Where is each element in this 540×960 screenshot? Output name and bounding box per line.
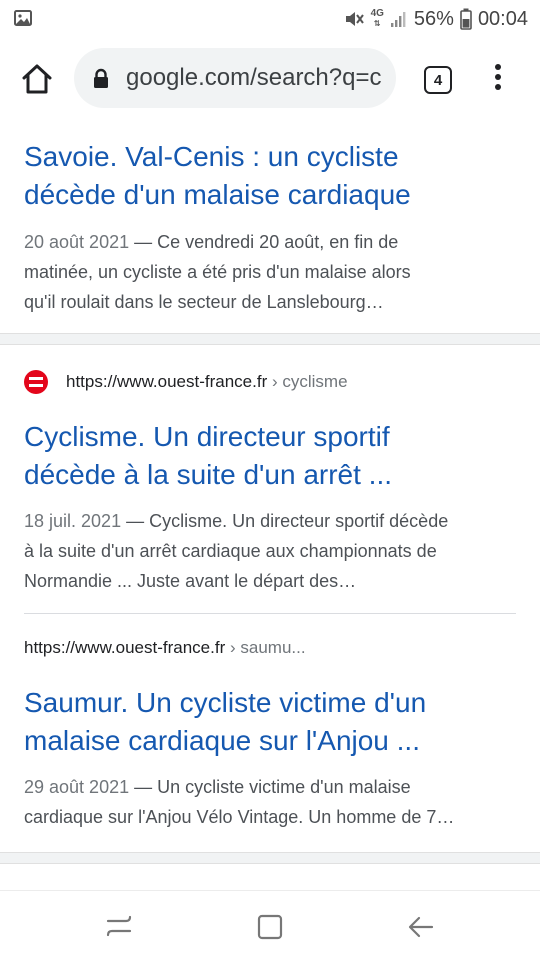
- back-arrow-icon[interactable]: [406, 913, 436, 941]
- result-url[interactable]: https://www.ouest-france.fr › cyclisme: [66, 372, 348, 392]
- network-type: 4G ⇅: [370, 8, 384, 29]
- tab-count: 4: [433, 71, 443, 89]
- result-date: 18 juil. 2021: [24, 511, 122, 531]
- battery-icon: [460, 8, 472, 30]
- search-results: Savoie. Val-Cenis : un cycliste décède d…: [0, 120, 540, 890]
- result-card: Savoie. Val-Cenis : un cycliste décède d…: [0, 120, 540, 332]
- tab-switcher-button[interactable]: 4: [424, 66, 452, 94]
- battery-percentage: 56%: [413, 7, 454, 30]
- address-bar[interactable]: google.com/search?q=c: [74, 48, 396, 108]
- signal-icon: [390, 12, 406, 27]
- result-date: 20 août 2021: [24, 232, 130, 252]
- result-snippet: 29 août 2021 — Un cycliste victime d'un …: [24, 777, 455, 827]
- url-text: google.com/search?q=c: [126, 64, 382, 91]
- status-bar: 4G ⇅ 56% 00:04: [0, 0, 540, 38]
- home-icon[interactable]: [20, 62, 54, 96]
- browser-toolbar: google.com/search?q=c 4: [0, 38, 540, 120]
- result-title-link[interactable]: Saumur. Un cycliste victime d'un malaise…: [24, 684, 524, 760]
- home-square-icon[interactable]: [256, 913, 284, 941]
- mute-icon: [345, 12, 364, 26]
- lock-icon: [94, 68, 108, 88]
- ouest-france-favicon-icon: [24, 370, 48, 394]
- result-snippet: 20 août 2021 — Ce vendredi 20 août, en f…: [24, 232, 411, 312]
- result-divider: [24, 613, 516, 614]
- card-separator: [0, 852, 540, 864]
- result-title-link[interactable]: Savoie. Val-Cenis : un cycliste décède d…: [24, 138, 524, 214]
- system-navigation-bar: [0, 890, 540, 960]
- result-date: 29 août 2021: [24, 777, 130, 797]
- result-snippet: 18 juil. 2021 — Cyclisme. Un directeur s…: [24, 511, 449, 591]
- result-card: https://www.ouest-france.fr › cyclisme C…: [0, 346, 540, 858]
- recent-apps-icon[interactable]: [104, 913, 134, 939]
- result-title-link[interactable]: Cyclisme. Un directeur sportif décède à …: [24, 418, 524, 494]
- card-separator: [0, 333, 540, 345]
- more-vert-icon[interactable]: [490, 64, 506, 94]
- result-url[interactable]: https://www.ouest-france.fr › saumu...: [24, 638, 306, 658]
- clock: 00:04: [477, 7, 528, 30]
- image-notification-icon: [14, 10, 32, 26]
